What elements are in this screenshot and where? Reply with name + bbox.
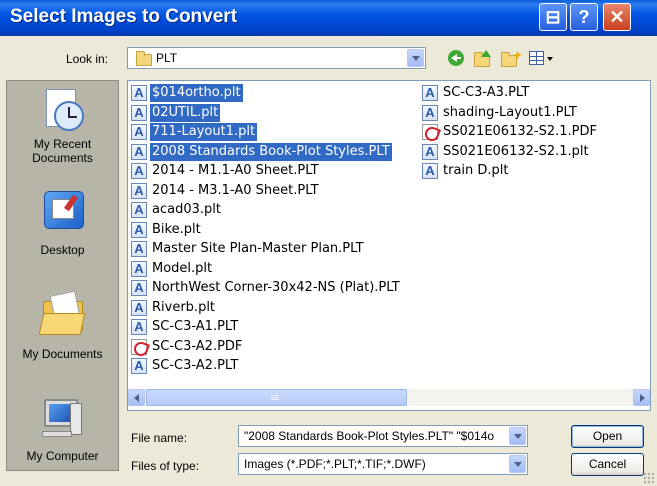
lookin-value: PLT <box>156 51 178 65</box>
open-button[interactable]: Open <box>571 425 644 448</box>
file-name: Riverb.plt <box>152 299 216 315</box>
plt-file-icon: A <box>131 163 147 179</box>
plt-file-icon: A <box>131 241 147 257</box>
file-name: SC-C3-A2.PLT <box>152 358 239 373</box>
resize-grip[interactable] <box>643 472 655 484</box>
plt-file-icon: A <box>131 319 147 335</box>
scrollbar-thumb[interactable] <box>146 389 407 406</box>
file-name: shading-Layout1.PLT <box>443 104 577 120</box>
scroll-right-icon[interactable] <box>633 389 650 406</box>
view-grid-icon <box>529 51 544 65</box>
file-name: 2014 - M3.1-A0 Sheet.PLT <box>152 182 319 198</box>
plt-file-icon: A <box>422 104 438 121</box>
caret-down-icon <box>547 57 553 61</box>
lookin-label: Look in: <box>66 52 109 66</box>
file-name: Bike.plt <box>152 221 201 237</box>
place-my-documents[interactable]: My Documents <box>7 290 118 361</box>
file-name: SS021E06132-S2.1.PDF <box>443 124 597 139</box>
file-name: $014ortho.plt <box>150 84 243 102</box>
file-name: acad03.plt <box>152 202 221 217</box>
plt-file-icon: A <box>131 124 147 140</box>
file-name: NorthWest Corner-30x42-NS (Plat).PLT <box>152 280 400 295</box>
place-label-line2: Documents <box>32 151 93 165</box>
close-button[interactable]: ✕ <box>603 3 631 31</box>
filetype-dropdown[interactable]: Images (*.PDF;*.PLT;*.TIF;*.DWF) <box>238 453 528 475</box>
back-arrow-icon <box>448 50 464 66</box>
file-name: SS021E06132-S2.1.plt <box>443 143 589 159</box>
up-arrow-icon <box>481 50 491 57</box>
place-label: My Documents <box>22 347 103 361</box>
place-label: Desktop <box>40 243 85 257</box>
place-desktop[interactable]: Desktop <box>7 189 118 257</box>
select-images-dialog: Select Images to Convert ⊟ ? ✕ Look in: … <box>0 0 657 486</box>
file-name: 711-Layout1.plt <box>150 123 258 141</box>
file-name: Master Site Plan-Master Plan.PLT <box>152 241 364 256</box>
plt-file-icon: A <box>131 280 147 296</box>
new-folder-button[interactable]: ✦ <box>500 49 523 69</box>
back-button[interactable] <box>447 49 467 69</box>
my-computer-icon <box>40 395 86 441</box>
my-documents-icon <box>38 290 86 339</box>
places-bar: My Recent Documents Desktop My Documents… <box>6 80 119 471</box>
file-name: Model.plt <box>152 260 213 276</box>
file-name: 2008 Standards Book-Plot Styles.PLT <box>150 142 392 161</box>
horizontal-scrollbar[interactable] <box>128 389 650 406</box>
view-menu-button[interactable] <box>529 49 557 69</box>
filetype-value: Images (*.PDF;*.PLT;*.TIF;*.DWF) <box>244 457 426 471</box>
up-one-level-button[interactable] <box>473 49 493 69</box>
help-button[interactable]: ? <box>570 3 598 31</box>
plt-file-icon: A <box>131 221 147 238</box>
filename-value: "2008 Standards Book-Plot Styles.PLT" "$… <box>244 429 495 443</box>
place-label: My Recent <box>33 137 92 151</box>
file-name: train D.plt <box>443 163 509 178</box>
plt-file-icon: A <box>131 299 147 316</box>
plt-file-icon: A <box>422 143 438 160</box>
place-my-computer[interactable]: My Computer <box>7 395 118 463</box>
plt-file-icon: A <box>422 163 438 179</box>
desktop-icon <box>40 189 86 235</box>
folder-icon <box>136 51 152 66</box>
filename-input[interactable]: "2008 Standards Book-Plot Styles.PLT" "$… <box>238 425 528 447</box>
filename-label: File name: <box>131 431 188 445</box>
pdf-file-icon <box>131 338 147 355</box>
plt-file-icon: A <box>131 104 147 121</box>
file-name: SC-C3-A3.PLT <box>443 85 530 100</box>
plt-file-icon: A <box>131 85 147 101</box>
chevron-down-icon[interactable] <box>509 427 526 445</box>
file-name: SC-C3-A2.PDF <box>152 338 243 354</box>
context-menu-button[interactable]: ⊟ <box>539 3 567 31</box>
pdf-file-icon <box>422 124 438 140</box>
scroll-left-icon[interactable] <box>128 389 145 406</box>
file-name: 2014 - M1.1-A0 Sheet.PLT <box>152 163 319 178</box>
plt-file-icon: A <box>131 143 147 160</box>
cancel-button[interactable]: Cancel <box>571 453 644 476</box>
lookin-dropdown[interactable]: PLT <box>127 47 426 69</box>
plt-file-icon: A <box>131 358 147 374</box>
file-list[interactable]: A $014ortho.plt A 02UTIL.plt A 711-Layout1.pl… <box>127 80 651 411</box>
sparkle-icon: ✦ <box>513 50 523 62</box>
plt-file-icon: A <box>422 85 438 101</box>
window-title: Select Images to Convert <box>10 6 238 27</box>
chevron-down-icon[interactable] <box>407 49 424 67</box>
file-name: SC-C3-A1.PLT <box>152 319 239 334</box>
place-label: My Computer <box>26 449 99 463</box>
plt-file-icon: A <box>131 260 147 277</box>
place-my-recent-documents[interactable]: My Recent Documents <box>7 87 118 165</box>
recent-documents-icon <box>40 87 86 133</box>
filetype-label: Files of type: <box>131 459 200 473</box>
file-name: 02UTIL.plt <box>150 103 221 122</box>
plt-file-icon: A <box>131 182 147 199</box>
plt-file-icon: A <box>131 202 147 218</box>
chevron-down-icon[interactable] <box>509 455 526 473</box>
title-bar[interactable]: Select Images to Convert ⊟ ? ✕ <box>0 0 657 36</box>
